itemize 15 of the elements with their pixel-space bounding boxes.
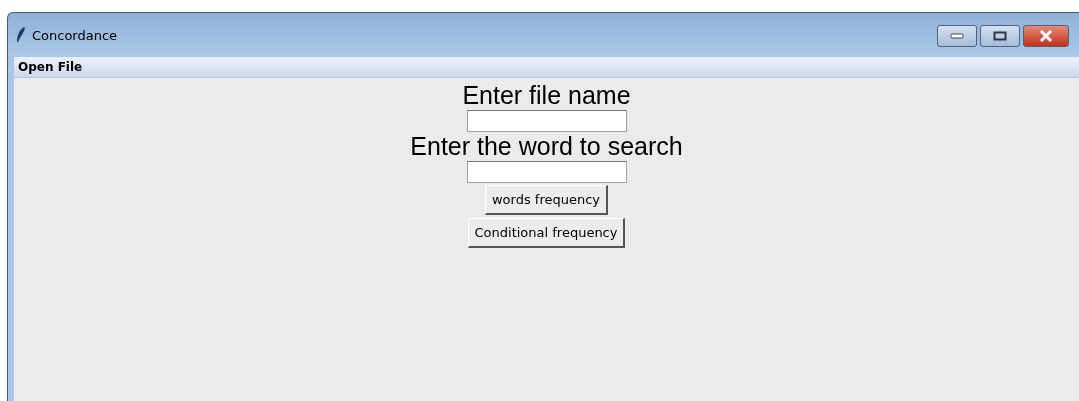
input-field[interactable] [466, 161, 627, 183]
action-button[interactable]: Conditional frequency [467, 218, 626, 248]
minimize-icon [950, 33, 964, 39]
window-title: Concordance [32, 27, 118, 43]
field-label: Enter the word to search [410, 133, 683, 160]
feather-icon [16, 27, 26, 43]
maximize-icon [993, 31, 1007, 41]
close-icon [1039, 30, 1053, 42]
minimize-button[interactable] [937, 25, 977, 47]
maximize-button[interactable] [980, 25, 1020, 47]
menu-item[interactable]: Open File [14, 60, 87, 74]
input-field[interactable] [466, 110, 627, 132]
close-button[interactable] [1023, 25, 1069, 47]
field-label: Enter file name [462, 82, 631, 109]
action-button[interactable]: words frequency [484, 185, 609, 215]
